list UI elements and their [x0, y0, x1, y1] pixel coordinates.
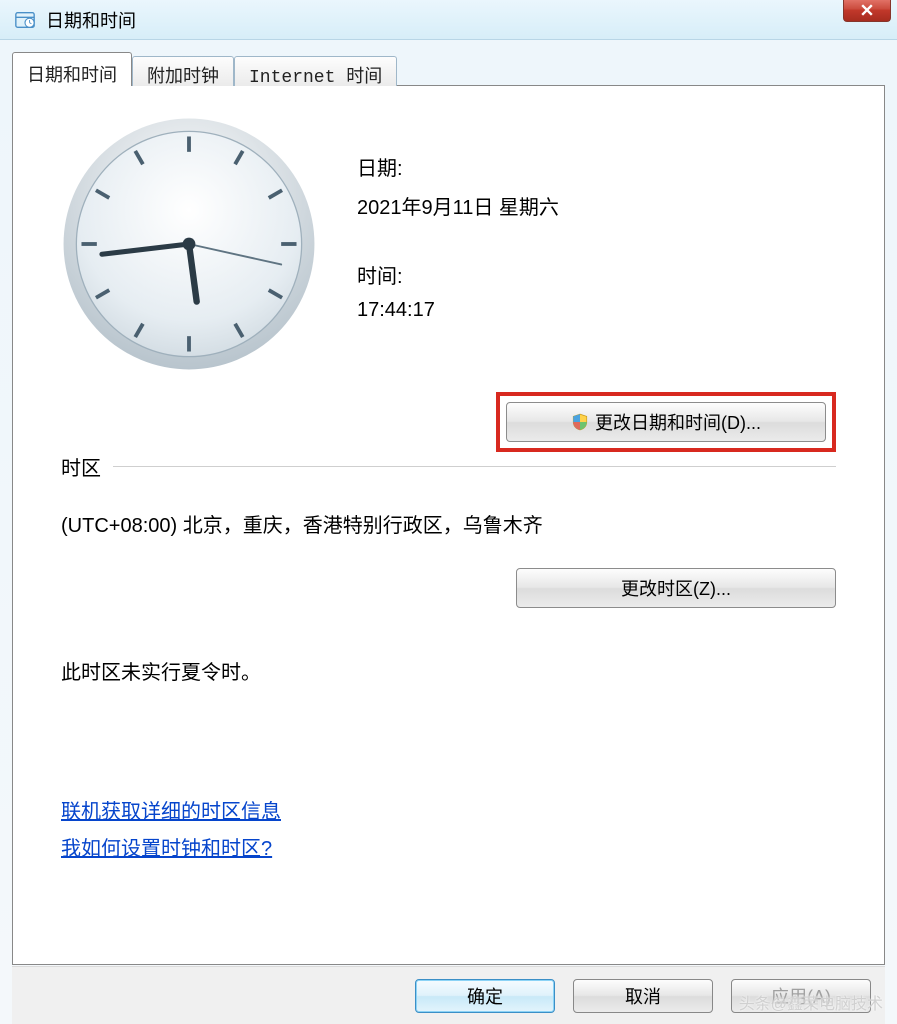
dst-note: 此时区未实行夏令时。 — [61, 656, 836, 685]
divider — [113, 466, 836, 467]
link-online-timezone-info[interactable]: 联机获取详细的时区信息 — [61, 795, 281, 824]
date-value: 2021年9月11日 星期六 — [357, 191, 836, 220]
titlebar: 日期和时间 — [0, 0, 897, 40]
cancel-button[interactable]: 取消 — [573, 979, 713, 1013]
dialog-buttons: 确定 取消 应用(A) — [12, 966, 885, 1024]
time-value: 17:44:17 — [357, 299, 836, 322]
datetime-panel: 日期: 2021年9月11日 星期六 时间: 17:44:17 — [12, 85, 885, 965]
tabstrip: 日期和时间 附加时钟 Internet 时间 — [12, 52, 885, 86]
change-timezone-button[interactable]: 更改时区(Z)... — [516, 568, 836, 608]
date-label: 日期: — [357, 152, 836, 181]
analog-clock — [61, 116, 317, 372]
tab-internet-time[interactable]: Internet 时间 — [234, 56, 397, 86]
datetime-info: 日期: 2021年9月11日 星期六 时间: 17:44:17 — [357, 116, 836, 372]
tab-datetime[interactable]: 日期和时间 — [12, 52, 132, 86]
link-howto-set-clock[interactable]: 我如何设置时钟和时区? — [61, 832, 272, 861]
apply-button[interactable]: 应用(A) — [731, 979, 871, 1013]
highlight-annotation: 更改日期和时间(D)... — [496, 392, 836, 452]
change-datetime-button[interactable]: 更改日期和时间(D)... — [506, 402, 826, 442]
timezone-header: 时区 — [61, 452, 101, 481]
window-title: 日期和时间 — [46, 7, 136, 33]
timezone-value: (UTC+08:00) 北京，重庆，香港特别行政区，乌鲁木齐 — [61, 509, 836, 538]
time-label: 时间: — [357, 260, 836, 289]
window-body: 日期和时间 附加时钟 Internet 时间 — [0, 40, 897, 1024]
change-timezone-label: 更改时区(Z)... — [621, 575, 731, 601]
ok-button[interactable]: 确定 — [415, 979, 555, 1013]
tab-additional-clocks[interactable]: 附加时钟 — [132, 56, 234, 86]
datetime-icon — [14, 9, 36, 31]
help-links: 联机获取详细的时区信息 我如何设置时钟和时区? — [61, 795, 836, 869]
change-datetime-label: 更改日期和时间(D)... — [595, 409, 761, 435]
shield-icon — [571, 413, 589, 431]
close-button[interactable] — [843, 0, 891, 22]
